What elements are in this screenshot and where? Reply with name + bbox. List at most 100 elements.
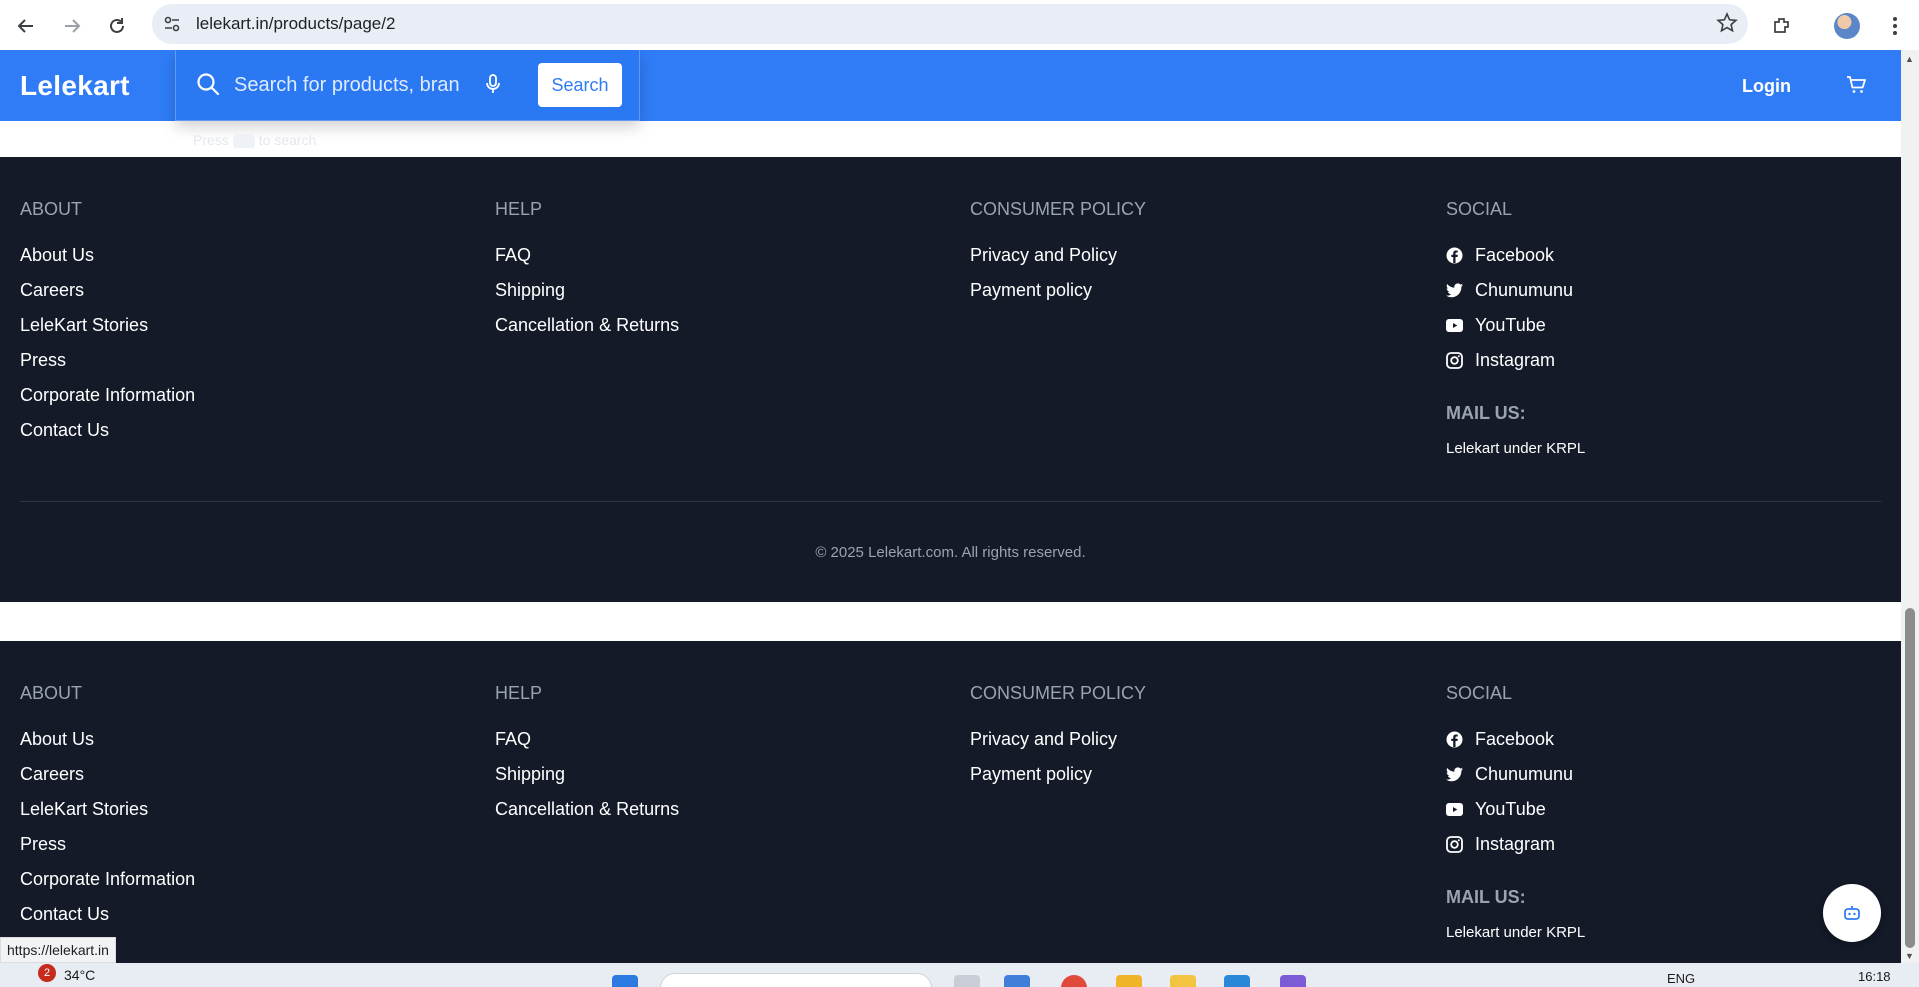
- address-bar[interactable]: lelekart.in/products/page/2: [152, 4, 1748, 44]
- chatbot-button[interactable]: [1823, 884, 1881, 942]
- footer-link-privacy-policy[interactable]: Privacy and Policy: [970, 238, 1117, 273]
- footer-heading: SOCIAL: [1446, 683, 1513, 703]
- footer-link-chunumunu[interactable]: Chunumunu: [1446, 757, 1573, 792]
- footer-link-faq[interactable]: FAQ: [495, 722, 679, 757]
- search-panel: Search: [175, 50, 640, 121]
- url-text: lelekart.in/products/page/2: [196, 14, 396, 33]
- social-label: Instagram: [1475, 350, 1556, 370]
- facebook-icon: [1446, 731, 1463, 748]
- extensions-button[interactable]: [1764, 8, 1800, 44]
- footer-link-faq[interactable]: FAQ: [495, 238, 679, 273]
- footer-link-contact-us[interactable]: Contact Us: [20, 897, 195, 932]
- footer-link-privacy-policy[interactable]: Privacy and Policy: [970, 722, 1117, 757]
- social-label: YouTube: [1475, 315, 1546, 335]
- twitter-icon: [1446, 282, 1463, 299]
- reload-icon: [110, 18, 124, 33]
- footer-link-payment-policy[interactable]: Payment policy: [970, 273, 1117, 308]
- footer-link-careers[interactable]: Careers: [20, 757, 195, 792]
- forward-button[interactable]: [54, 8, 90, 44]
- copyright-text: © 2025 Lelekart.com. All rights reserved…: [815, 544, 1086, 561]
- footer-link-chunumunu[interactable]: Chunumunu: [1446, 273, 1573, 308]
- scroll-up-arrow-icon[interactable]: ▲: [1905, 54, 1914, 64]
- language-indicator[interactable]: ENG: [1667, 971, 1695, 986]
- footer-link-instagram[interactable]: Instagram: [1446, 343, 1573, 378]
- footer-link-stories[interactable]: LeleKart Stories: [20, 792, 195, 827]
- notification-badge: 2: [38, 964, 56, 982]
- mail-us-heading: MAIL US:: [1446, 403, 1526, 423]
- footer-link-youtube[interactable]: YouTube: [1446, 308, 1573, 343]
- footer-link-about-us[interactable]: About Us: [20, 722, 195, 757]
- browser-menu-button[interactable]: [1877, 8, 1913, 44]
- footer-link-cancellation-returns[interactable]: Cancellation & Returns: [495, 792, 679, 827]
- file-explorer-icon[interactable]: [1170, 975, 1196, 987]
- sticky-notes-icon[interactable]: [1116, 975, 1142, 987]
- footer-link-facebook[interactable]: Facebook: [1446, 722, 1573, 757]
- hint-text-before: Press: [193, 132, 229, 148]
- forward-arrow-icon: [65, 19, 81, 33]
- social-label: YouTube: [1475, 799, 1546, 819]
- footer-link-careers[interactable]: Careers: [20, 273, 195, 308]
- site-footer: ABOUT About Us Careers LeleKart Stories …: [0, 157, 1901, 602]
- footer-link-contact-us[interactable]: Contact Us: [20, 413, 195, 448]
- facebook-icon: [1446, 247, 1463, 264]
- bookmark-star-icon[interactable]: [1716, 12, 1738, 39]
- footer-link-instagram[interactable]: Instagram: [1446, 827, 1573, 862]
- chrome-icon[interactable]: [1061, 975, 1087, 987]
- footer-heading: ABOUT: [20, 199, 83, 219]
- footer-link-about-us[interactable]: About Us: [20, 238, 195, 273]
- microphone-icon[interactable]: [486, 74, 500, 99]
- footer-link-corporate-information[interactable]: Corporate Information: [20, 378, 195, 413]
- search-button[interactable]: Search: [538, 63, 622, 107]
- mail-us-value: Lelekart under KRPL: [1446, 440, 1586, 457]
- footer-divider: [20, 501, 1881, 502]
- copilot-icon[interactable]: [1004, 975, 1030, 987]
- reload-button[interactable]: [99, 8, 135, 44]
- puzzle-icon: [1774, 18, 1789, 33]
- footer-link-press[interactable]: Press: [20, 343, 195, 378]
- link-preview-status: https://lelekart.in: [0, 937, 116, 963]
- footer-link-youtube[interactable]: YouTube: [1446, 792, 1573, 827]
- footer-link-shipping[interactable]: Shipping: [495, 757, 679, 792]
- search-icon: [196, 72, 220, 101]
- youtube-icon: [1446, 801, 1463, 818]
- social-label: Facebook: [1475, 245, 1555, 265]
- mail-us-value: Lelekart under KRPL: [1446, 924, 1586, 941]
- footer-heading: CONSUMER POLICY: [970, 199, 1147, 219]
- vscode-icon[interactable]: [1224, 975, 1250, 987]
- task-view-icon[interactable]: [954, 975, 980, 987]
- footer-heading: HELP: [495, 199, 543, 219]
- twitter-icon: [1446, 766, 1463, 783]
- footer-link-shipping[interactable]: Shipping: [495, 273, 679, 308]
- scrollbar-thumb[interactable]: [1905, 608, 1915, 948]
- hint-text-after: to search: [258, 132, 317, 148]
- page-scrollbar[interactable]: ▲ ▼: [1901, 50, 1919, 963]
- scroll-down-arrow-icon[interactable]: ▼: [1905, 951, 1914, 961]
- clock[interactable]: 16:18: [1858, 969, 1891, 984]
- cart-icon[interactable]: [1846, 76, 1866, 99]
- profile-button[interactable]: [1829, 8, 1865, 44]
- site-logo[interactable]: Lelekart: [20, 70, 130, 102]
- footer-heading: ABOUT: [20, 683, 83, 703]
- start-icon[interactable]: [612, 975, 638, 987]
- site-settings-icon[interactable]: [160, 12, 184, 36]
- footer-link-payment-policy[interactable]: Payment policy: [970, 757, 1117, 792]
- footer-link-stories[interactable]: LeleKart Stories: [20, 308, 195, 343]
- youtube-icon: [1446, 317, 1463, 334]
- footer-link-facebook[interactable]: Facebook: [1446, 238, 1573, 273]
- login-link[interactable]: Login: [1742, 76, 1791, 97]
- page-viewport: ABOUT About Us Careers LeleKart Stories …: [0, 50, 1901, 963]
- back-arrow-icon: [17, 19, 33, 33]
- windows-taskbar: 2 34°C ENG 16:18: [0, 963, 1919, 987]
- app-icon[interactable]: [1280, 975, 1306, 987]
- weather-temperature[interactable]: 34°C: [64, 967, 95, 983]
- taskbar-search[interactable]: [660, 973, 932, 987]
- instagram-icon: [1446, 836, 1463, 853]
- footer-link-press[interactable]: Press: [20, 827, 195, 862]
- robot-icon: [1844, 906, 1860, 920]
- footer-link-corporate-information[interactable]: Corporate Information: [20, 862, 195, 897]
- footer-heading: SOCIAL: [1446, 199, 1513, 219]
- footer-link-cancellation-returns[interactable]: Cancellation & Returns: [495, 308, 679, 343]
- search-input[interactable]: [234, 70, 460, 100]
- back-button[interactable]: [8, 8, 44, 44]
- browser-toolbar: lelekart.in/products/page/2: [0, 0, 1919, 50]
